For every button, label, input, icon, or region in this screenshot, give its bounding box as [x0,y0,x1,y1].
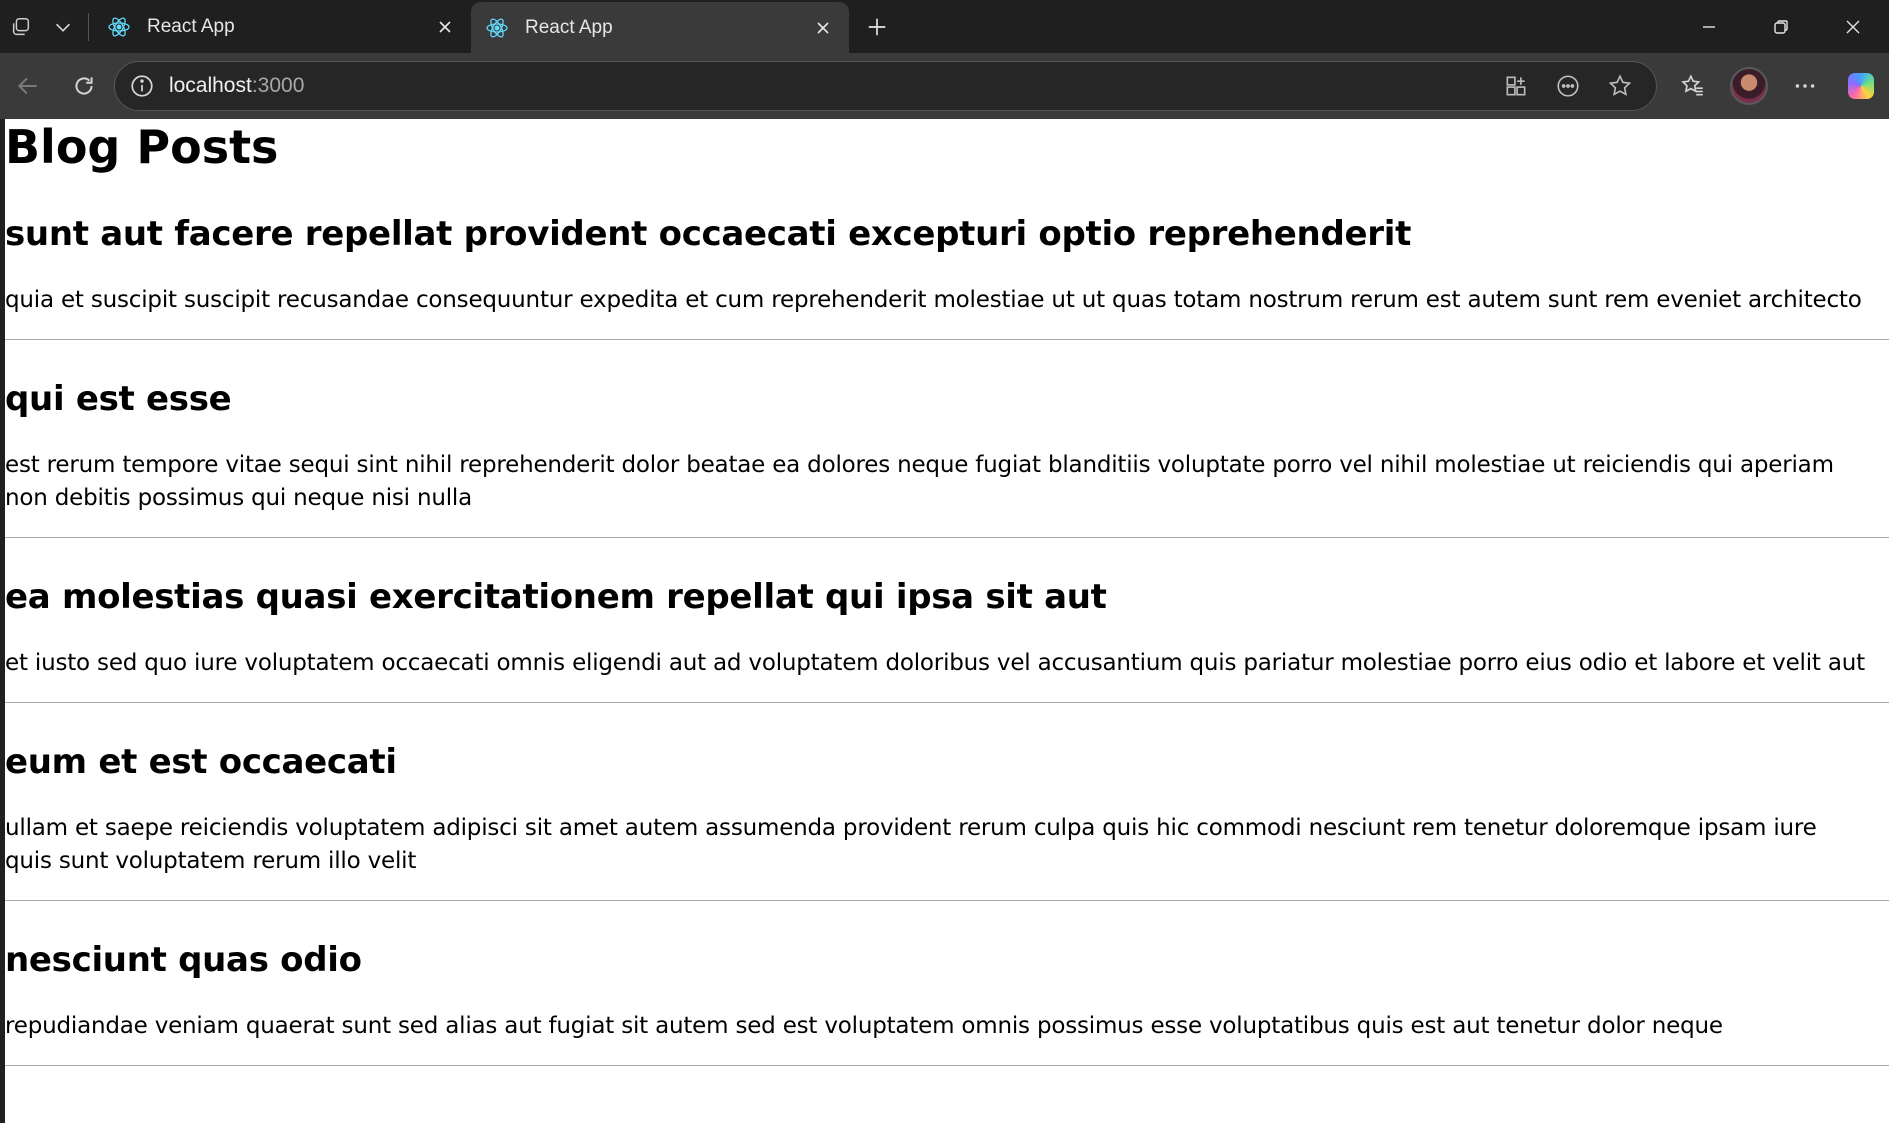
chevron-down-icon[interactable] [42,0,84,53]
plus-icon[interactable] [849,0,905,53]
url-port: :3000 [251,74,305,97]
page-title: Blog Posts [5,120,279,174]
blog-page: Blog Posts sunt aut facere repellat prov… [5,119,1889,1066]
react-logo-icon [107,15,131,39]
address-actions [1490,66,1646,106]
post-body: et iusto sed quo iure voluptatem occaeca… [5,650,1865,676]
copilot-icon[interactable] [1833,53,1889,119]
post-body: est rerum tempore vitae sequi sint nihil… [5,452,1834,511]
post-body: ullam et saepe reiciendis voluptatem adi… [5,815,1817,874]
window-close-icon[interactable] [1817,0,1889,53]
blog-post: nesciunt quas odio repudiandae veniam qu… [5,938,1889,1066]
app-install-icon[interactable] [1490,66,1542,106]
tab-separator [88,12,89,41]
react-logo-icon [485,16,509,40]
post-title: nesciunt quas odio [5,940,362,980]
ellipsis-icon[interactable] [1777,53,1833,119]
blog-post: ea molestias quasi exercitationem repell… [5,575,1889,703]
refresh-icon[interactable] [56,53,112,119]
profile-avatar[interactable] [1721,53,1777,119]
star-icon[interactable] [1594,66,1646,106]
tab-strip: React App React App [0,0,1889,53]
close-icon[interactable] [809,14,837,42]
avatar [1730,67,1769,105]
url-host: localhost [168,74,252,97]
info-icon[interactable] [129,73,155,99]
tab-react-app-2[interactable]: React App [471,2,849,53]
back-arrow-icon[interactable] [0,53,56,119]
post-title: sunt aut facere repellat provident occae… [5,214,1412,254]
tab-react-app-1[interactable]: React App [93,0,471,53]
blog-post: qui est esse est rerum tempore vitae seq… [5,377,1889,538]
page-viewport: Blog Posts sunt aut facere repellat prov… [0,119,1889,1123]
post-body: repudiandae veniam quaerat sunt sed alia… [5,1013,1723,1039]
url-text[interactable]: localhost:3000 [169,74,1490,98]
copilot-logo [1848,73,1875,99]
tab-title: React App [525,16,613,38]
post-body: quia et suscipit suscipit recusandae con… [5,287,1862,313]
post-title: eum et est occaecati [5,742,397,782]
browser-toolbar: localhost:3000 [0,53,1889,119]
tab-title: React App [147,15,235,37]
blog-post: eum et est occaecati ullam et saepe reic… [5,740,1889,901]
address-bar[interactable]: localhost:3000 [113,61,1658,111]
window-controls [1673,0,1889,53]
close-icon[interactable] [431,13,459,41]
favorites-icon[interactable] [1665,53,1721,119]
workspaces-icon[interactable] [0,0,42,53]
post-title: ea molestias quasi exercitationem repell… [5,577,1107,617]
more-circle-icon[interactable] [1542,66,1594,106]
minimize-icon[interactable] [1673,0,1745,53]
restore-icon[interactable] [1745,0,1817,53]
post-title: qui est esse [5,379,232,419]
blog-post: sunt aut facere repellat provident occae… [5,212,1889,340]
